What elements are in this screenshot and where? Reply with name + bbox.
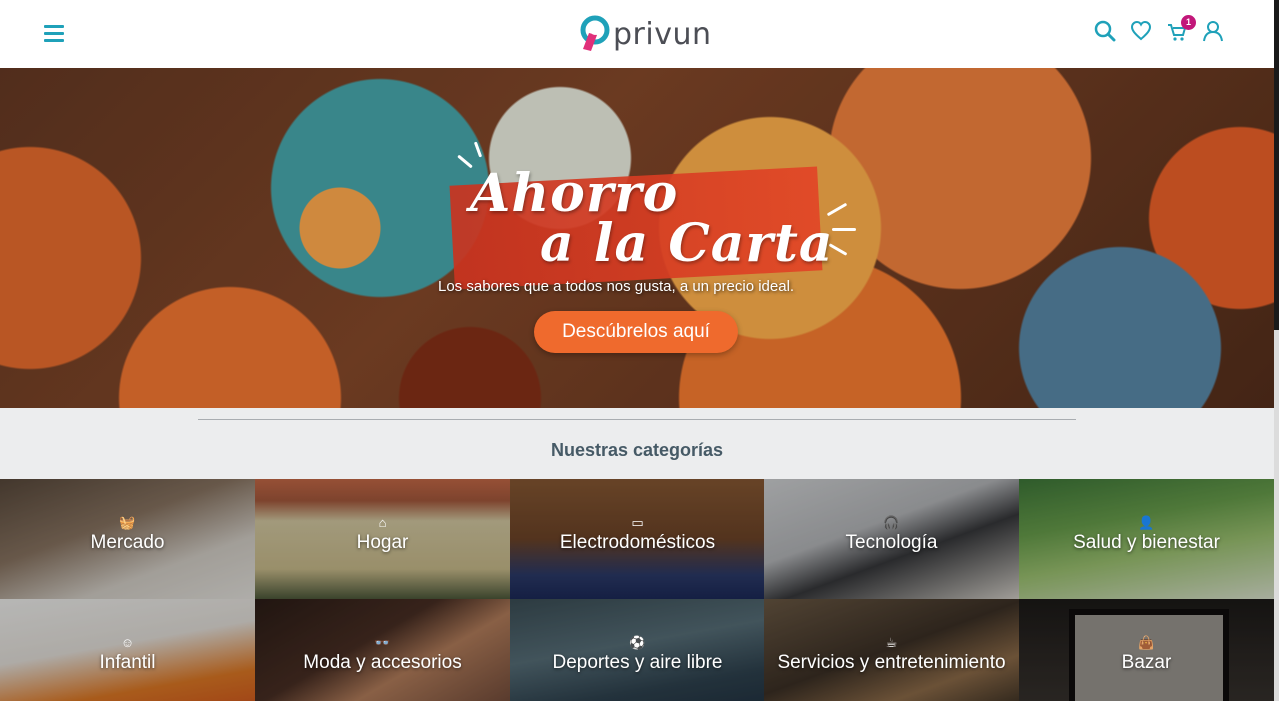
glasses-icon: 👓	[374, 635, 391, 650]
category-label: Electrodomésticos	[559, 532, 716, 553]
category-tile-moda[interactable]: 👓 Moda y accesorios	[255, 599, 510, 701]
category-tile-tecnologia[interactable]: 🎧 Tecnología	[764, 479, 1019, 599]
logo-mark-icon	[575, 15, 611, 53]
section-divider	[198, 419, 1076, 420]
user-icon[interactable]	[1202, 19, 1224, 43]
headphones-icon: 🎧	[883, 515, 900, 530]
category-label: Mercado	[90, 532, 165, 553]
category-label: Salud y bienestar	[1073, 532, 1220, 553]
heart-icon[interactable]	[1130, 19, 1152, 43]
basket-icon: 🧺	[119, 515, 136, 530]
category-label: Hogar	[356, 532, 409, 553]
person-icon: 👤	[1138, 515, 1155, 530]
bag-icon: 👜	[1138, 635, 1155, 650]
category-label: Bazar	[1121, 652, 1172, 673]
menu-icon[interactable]	[44, 25, 64, 42]
categories-title: Nuestras categorías	[550, 440, 724, 460]
category-tile-servicios[interactable]: ☕ Servicios y entretenimiento	[764, 599, 1019, 701]
scrollbar-thumb[interactable]	[1274, 0, 1279, 330]
baby-icon: ☺	[120, 635, 135, 650]
category-label: Tecnología	[845, 532, 938, 553]
logo-text: privun	[613, 16, 712, 52]
hero-title-line2: a la Carta	[540, 213, 834, 274]
categories-grid: 🧺 Mercado ⌂ Hogar ▭ Electrodomésticos 🎧 …	[0, 479, 1274, 701]
category-tile-infantil[interactable]: ☺ Infantil	[0, 599, 255, 701]
category-label: Deportes y aire libre	[552, 652, 723, 673]
search-icon[interactable]	[1094, 19, 1116, 43]
home-icon: ⌂	[378, 515, 387, 530]
category-tile-salud[interactable]: 👤 Salud y bienestar	[1019, 479, 1274, 599]
logo[interactable]: privun	[575, 14, 712, 54]
top-header: privun 1	[0, 0, 1274, 68]
cup-icon: ☕	[885, 635, 898, 650]
sparkle-decoration	[832, 228, 856, 231]
hero-cta-button[interactable]: Descúbrelos aquí	[534, 311, 738, 353]
category-tile-mercado[interactable]: 🧺 Mercado	[0, 479, 255, 599]
scrollbar[interactable]	[1274, 0, 1279, 701]
category-tile-bazar[interactable]: 👜 Bazar	[1019, 599, 1274, 701]
category-label: Infantil	[99, 652, 156, 673]
ball-icon: ⚽	[629, 635, 646, 650]
category-tile-hogar[interactable]: ⌂ Hogar	[255, 479, 510, 599]
category-tile-deportes[interactable]: ⚽ Deportes y aire libre	[510, 599, 765, 701]
category-tile-electrodomesticos[interactable]: ▭ Electrodomésticos	[510, 479, 765, 599]
hero-subtitle: Los sabores que a todos nos gusta, a un …	[438, 278, 795, 295]
category-label: Servicios y entretenimiento	[777, 652, 1006, 673]
tv-icon: ▭	[631, 515, 644, 530]
cart-icon[interactable]: 1	[1166, 15, 1196, 43]
page: privun 1 Ahorro a la Carta Los sabores q…	[0, 0, 1279, 701]
cart-count-badge: 1	[1181, 15, 1196, 30]
category-label: Moda y accesorios	[303, 652, 462, 673]
hero-banner[interactable]: Ahorro a la Carta Los sabores que a todo…	[0, 68, 1274, 408]
